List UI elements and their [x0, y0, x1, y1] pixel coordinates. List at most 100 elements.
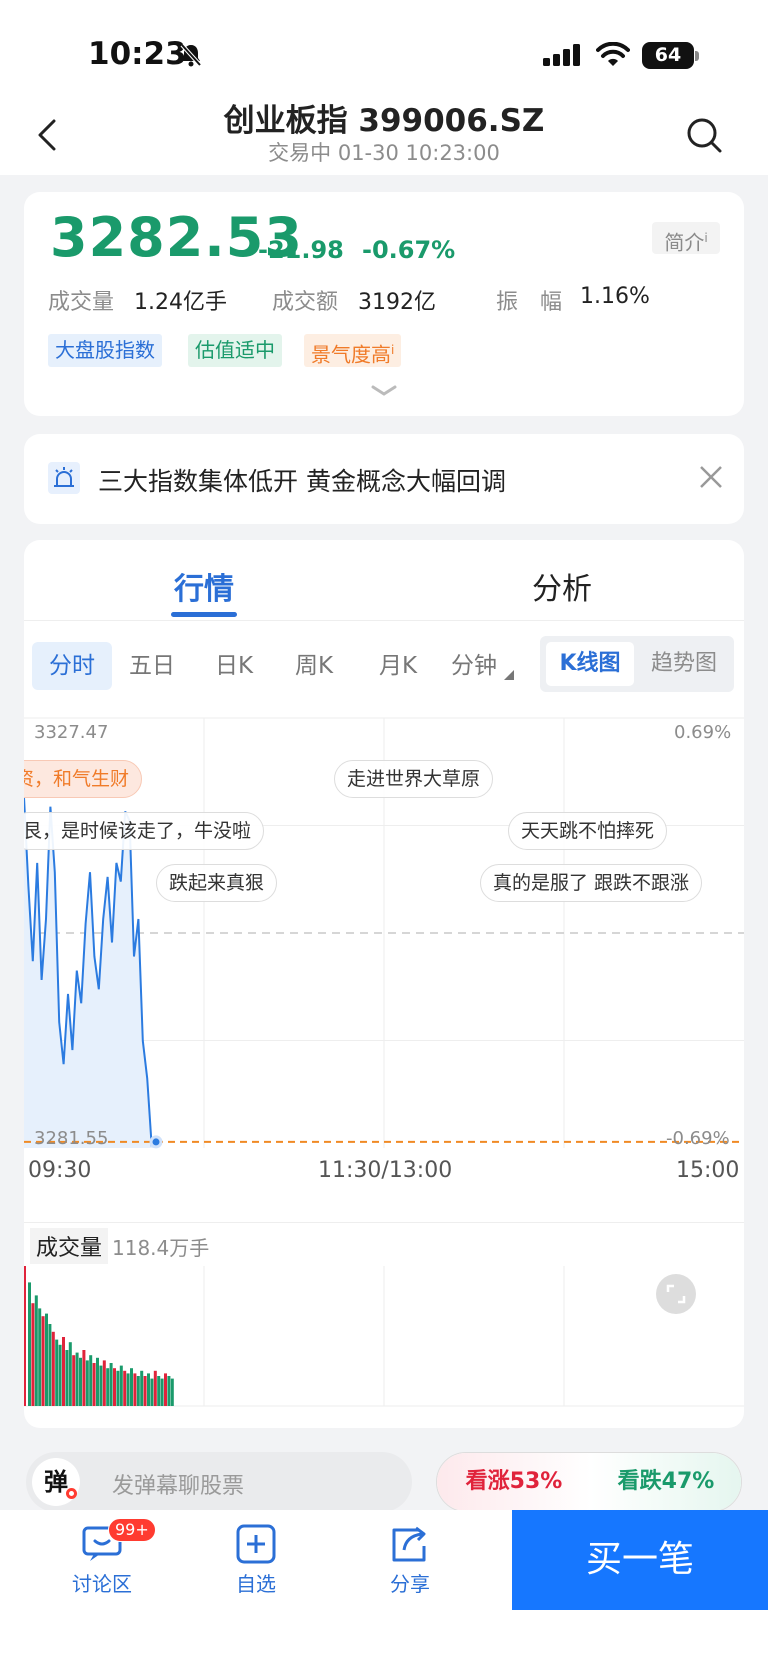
danmu-placeholder: 发弹幕聊股票	[112, 1474, 245, 1499]
page-subtitle: 交易中 01-30 10:23:00	[268, 141, 500, 165]
tab-analysis[interactable]: 分析	[532, 564, 592, 608]
tabs-divider	[24, 620, 744, 621]
period-5day[interactable]: 五日	[112, 642, 192, 690]
tab-discuss[interactable]: 99+ 讨论区	[52, 1518, 156, 1597]
vote-bearish-button[interactable]: 看跌47%	[591, 1453, 741, 1511]
volume-bar	[68, 1342, 72, 1406]
volume-bar	[72, 1355, 76, 1406]
volume-bar	[92, 1363, 96, 1406]
volume-bar	[96, 1357, 99, 1406]
danmu-input[interactable]: 弹 发弹幕聊股票	[26, 1452, 412, 1512]
danmu-bubble[interactable]: 跌起来真狠	[156, 864, 278, 902]
y-axis-top-label: 3327.47	[34, 722, 109, 743]
volume-bar	[82, 1350, 86, 1406]
pct-axis-top-label: 0.69%	[674, 722, 732, 743]
volume-bar	[167, 1376, 171, 1406]
search-icon[interactable]	[684, 115, 724, 155]
volume-bar	[85, 1360, 89, 1406]
time-label-start: 09:30	[28, 1158, 92, 1183]
pct-axis-bottom-label: -0.69%	[666, 1128, 730, 1149]
volume-bar	[130, 1368, 133, 1406]
period-monthly[interactable]: 月K	[358, 642, 438, 690]
volume-bar	[102, 1360, 106, 1406]
mode-kline[interactable]: K线图	[546, 642, 634, 686]
y-axis-bottom-label: 3281.55	[34, 1128, 109, 1149]
danmu-vote-row: 弹 发弹幕聊股票 看涨53% 看跌47%	[0, 1440, 768, 1512]
volume-divider	[24, 1222, 744, 1223]
mode-trend[interactable]: 趋势图	[638, 642, 730, 686]
tag-large-cap[interactable]: 大盘股指数	[48, 334, 162, 367]
period-dropdown-icon	[504, 670, 514, 680]
volume-bar	[34, 1295, 38, 1406]
volume-bar	[119, 1365, 123, 1406]
nav-bar: 创业板指 399006.SZ 交易中 01-30 10:23:00	[0, 95, 768, 175]
close-icon[interactable]	[696, 462, 726, 492]
amount-label: 成交额	[272, 290, 339, 315]
page-title: 创业板指 399006.SZ	[223, 103, 545, 139]
share-icon	[392, 1526, 426, 1562]
tag-prosperity[interactable]: 景气度高i	[304, 334, 402, 367]
danmu-toggle[interactable]: 弹	[32, 1458, 80, 1506]
add-square-icon	[236, 1524, 276, 1564]
danmu-bubble[interactable]: 走进世界大草原	[334, 760, 494, 798]
news-headline: 三大指数集体低开 黄金概念大幅回调	[98, 467, 506, 496]
volume-bar	[157, 1376, 161, 1406]
battery-indicator: 64	[642, 42, 694, 69]
bottom-tab-bar: 99+ 讨论区 自选 分享 买一笔	[0, 1510, 768, 1669]
danmu-bubble[interactable]: 艮，是时候该走了，牛没啦	[24, 812, 265, 850]
volume-bar	[109, 1363, 113, 1406]
tab-discuss-label: 讨论区	[72, 1572, 132, 1596]
intro-label: 简介	[664, 230, 705, 255]
volume-bar	[58, 1344, 62, 1406]
tab-share[interactable]: 分享	[360, 1524, 460, 1597]
battery-tip	[695, 51, 699, 61]
chevron-down-icon[interactable]	[370, 384, 398, 398]
volume-bar	[55, 1339, 59, 1406]
tab-share-label: 分享	[390, 1572, 430, 1596]
vote-bullish-button[interactable]: 看涨53%	[437, 1453, 591, 1511]
volume-bar	[164, 1373, 167, 1406]
status-bar: 10:23 64	[0, 0, 768, 95]
volume-bar	[79, 1357, 82, 1406]
tab-market[interactable]: 行情	[174, 564, 234, 608]
period-intraday[interactable]: 分时	[32, 642, 112, 690]
alarm-icon	[48, 462, 80, 494]
danmu-bubble[interactable]: 资，和气生财	[24, 760, 143, 798]
fullscreen-icon[interactable]	[656, 1274, 696, 1314]
volume-bar	[123, 1370, 127, 1406]
tab-watchlist[interactable]: 自选	[206, 1524, 306, 1597]
volume-bar	[89, 1355, 93, 1406]
volume-bar	[106, 1368, 110, 1406]
volume-bar	[136, 1376, 140, 1406]
price-change: -21.98	[258, 236, 344, 264]
danmu-bubble[interactable]: 天天跳不怕摔死	[508, 812, 668, 850]
volume-panel-title: 成交量	[30, 1228, 109, 1264]
period-daily[interactable]: 日K	[194, 642, 274, 690]
volume-bar	[147, 1373, 150, 1406]
volume-bar	[160, 1378, 164, 1406]
discuss-badge: 99+	[108, 1518, 156, 1542]
volume-bar-chart	[24, 1266, 744, 1407]
tag-valuation[interactable]: 估值适中	[188, 334, 282, 367]
vote-widget: 看涨53% 看跌47%	[436, 1452, 742, 1512]
quote-card: 3282.53 -21.98 -0.67% 简介i 成交量 1.24亿手 成交额…	[24, 192, 744, 416]
volume-bar	[65, 1350, 69, 1406]
period-weekly[interactable]: 周K	[274, 642, 354, 690]
volume-bar	[116, 1370, 120, 1406]
chart-mode-switch: K线图 趋势图	[540, 636, 734, 692]
volume-bar	[75, 1352, 79, 1406]
danmu-dot-icon	[66, 1488, 77, 1499]
volume-bar	[99, 1365, 103, 1406]
danmu-bubble[interactable]: 真的是服了 跟跌不跟涨	[480, 864, 703, 902]
volume-bar	[143, 1376, 147, 1406]
volume-bar	[150, 1378, 154, 1406]
buy-button[interactable]: 买一笔	[512, 1510, 768, 1610]
tab-watchlist-label: 自选	[236, 1572, 276, 1596]
volume-label: 成交量	[48, 290, 115, 315]
intro-button[interactable]: 简介i	[652, 222, 720, 255]
volume-bar	[113, 1368, 116, 1406]
period-minute[interactable]: 分钟	[434, 642, 514, 690]
tab-underline	[171, 612, 237, 617]
volume-bar	[133, 1373, 137, 1406]
news-card[interactable]: 三大指数集体低开 黄金概念大幅回调	[24, 434, 744, 524]
